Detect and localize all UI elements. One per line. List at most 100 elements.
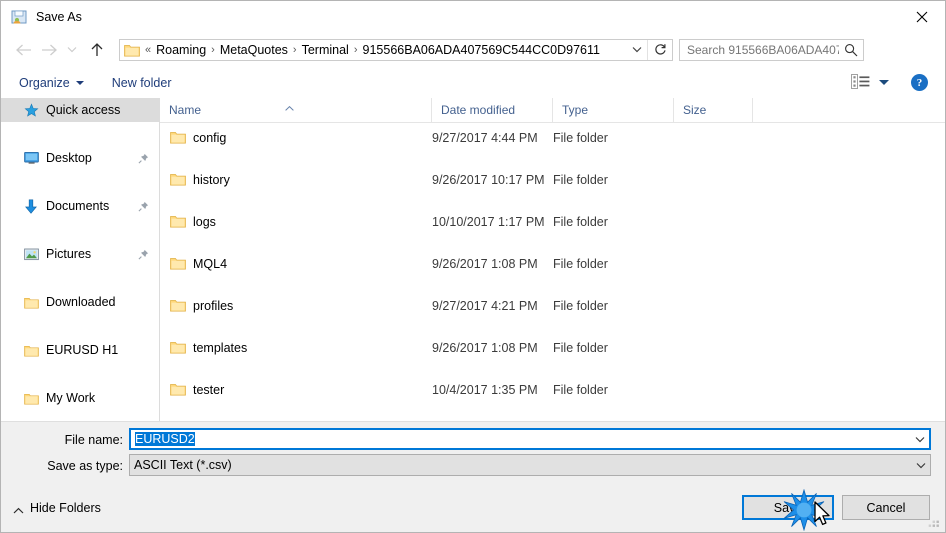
cell-type: File folder [553, 214, 608, 229]
navigation-bar: « Roaming › MetaQuotes › Terminal › 9155… [1, 32, 945, 67]
browse-pane: Quick access Desktop Documents Pictures … [1, 98, 945, 421]
cell-name: logs [193, 214, 216, 229]
navigation-sidebar: Quick access Desktop Documents Pictures … [1, 98, 160, 421]
chevron-down-icon[interactable] [627, 46, 647, 53]
new-folder-label: New folder [111, 75, 172, 90]
hide-folders-label: Hide Folders [30, 501, 101, 515]
breadcrumb-separator: › [353, 43, 358, 56]
command-toolbar: Organize New folder ? [1, 67, 945, 98]
window-title: Save As [36, 9, 82, 24]
search-box[interactable]: Search 915566BA06ADA40756... [679, 38, 864, 61]
address-bar[interactable]: « Roaming › MetaQuotes › Terminal › 9155… [119, 38, 673, 61]
cancel-button-label: Cancel [866, 500, 906, 515]
breadcrumb-overflow[interactable]: « [143, 44, 153, 56]
cell-name: tester [193, 382, 225, 397]
arrow-up-icon[interactable] [84, 37, 110, 63]
column-header-row: Name Date modified Type Size [160, 98, 945, 123]
chevron-down-icon[interactable] [912, 462, 930, 469]
sidebar-item-label: EURUSD H1 [46, 343, 119, 357]
sidebar-item-pictures[interactable]: Pictures [1, 242, 159, 266]
folder-icon [170, 130, 186, 144]
arrow-right-icon[interactable] [36, 37, 62, 63]
close-icon[interactable] [899, 1, 945, 32]
cell-date-modified: 10/4/2017 1:35 PM [432, 382, 538, 397]
table-row[interactable]: templates 9/26/2017 1:08 PM File folder [160, 337, 945, 358]
chevron-down-icon[interactable] [879, 80, 889, 85]
sidebar-item-downloaded[interactable]: Downloaded [1, 290, 159, 314]
chevron-down-icon[interactable] [911, 436, 929, 443]
sort-ascending-icon [285, 100, 294, 111]
breadcrumb-item-roaming[interactable]: Roaming [153, 43, 209, 57]
breadcrumb-item-current[interactable]: 915566BA06ADA407569C544CC0D97611 [360, 43, 603, 57]
breadcrumb-item-terminal[interactable]: Terminal [299, 43, 352, 57]
sidebar-item-label: Desktop [46, 151, 92, 165]
table-row[interactable]: history 9/26/2017 10:17 PM File folder [160, 169, 945, 190]
new-folder-button[interactable]: New folder [112, 76, 172, 90]
folder-icon [124, 43, 140, 57]
cell-date-modified: 9/27/2017 4:44 PM [432, 130, 538, 145]
sidebar-item-label: Pictures [46, 247, 92, 261]
pictures-icon [23, 246, 39, 262]
search-input[interactable]: Search 915566BA06ADA40756... [680, 43, 839, 57]
folder-icon [23, 342, 39, 358]
folder-icon [170, 382, 186, 396]
search-icon[interactable] [839, 43, 863, 57]
organize-label: Organize [19, 75, 70, 90]
sidebar-item-my-work[interactable]: My Work [1, 386, 159, 410]
resize-grip[interactable] [928, 516, 941, 529]
pin-icon[interactable] [138, 153, 149, 164]
sidebar-item-label: Downloaded [46, 295, 116, 309]
title-bar: Save As [1, 1, 945, 32]
table-row[interactable]: MQL4 9/26/2017 1:08 PM File folder [160, 253, 945, 274]
hide-folders-button[interactable]: Hide Folders [13, 501, 101, 515]
breadcrumb-item-metaquotes[interactable]: MetaQuotes [217, 43, 291, 57]
organize-button[interactable]: Organize [19, 76, 84, 90]
save-button[interactable]: Save [742, 495, 834, 520]
table-row[interactable]: logs 10/10/2017 1:17 PM File folder [160, 211, 945, 232]
cell-name: MQL4 [193, 256, 228, 271]
chevron-down-icon [75, 80, 84, 85]
chevron-down-icon[interactable] [62, 37, 82, 63]
pin-icon[interactable] [138, 201, 149, 212]
arrow-left-icon[interactable] [10, 37, 36, 63]
cell-name: config [193, 130, 227, 145]
refresh-icon[interactable] [647, 39, 672, 60]
cell-name: templates [193, 340, 248, 355]
column-header-size[interactable]: Size [673, 98, 752, 122]
view-layout-icon[interactable] [851, 73, 870, 92]
sidebar-item-eurusd-h1[interactable]: EURUSD H1 [1, 338, 159, 362]
table-row[interactable]: profiles 9/27/2017 4:21 PM File folder [160, 295, 945, 316]
column-header-type[interactable]: Type [552, 98, 673, 122]
sidebar-item-quick-access[interactable]: Quick access [1, 98, 159, 122]
pin-icon[interactable] [138, 249, 149, 260]
cell-type: File folder [553, 172, 608, 187]
file-list: Name Date modified Type Size config 9/27… [160, 98, 945, 421]
save-as-icon [11, 9, 27, 25]
help-icon[interactable]: ? [911, 74, 928, 91]
cell-name: profiles [193, 298, 234, 313]
cell-type: File folder [553, 340, 608, 355]
table-row[interactable]: config 9/27/2017 4:44 PM File folder [160, 127, 945, 148]
cancel-button[interactable]: Cancel [842, 495, 930, 520]
desktop-icon [23, 150, 39, 166]
file-name-field[interactable]: EURUSD2 [129, 428, 931, 450]
cell-date-modified: 9/26/2017 1:08 PM [432, 256, 538, 271]
save-as-type-field[interactable]: ASCII Text (*.csv) [129, 454, 931, 476]
cell-date-modified: 9/27/2017 4:21 PM [432, 298, 538, 313]
sidebar-item-documents[interactable]: Documents [1, 194, 159, 218]
column-header-spacer [752, 98, 945, 122]
save-as-dialog: Save As « Roaming › MetaQuotes › Termina… [0, 0, 946, 533]
file-name-input[interactable]: EURUSD2 [135, 432, 195, 446]
folder-icon [170, 172, 186, 186]
table-row[interactable]: tester 10/4/2017 1:35 PM File folder [160, 379, 945, 400]
breadcrumb-separator: › [211, 43, 215, 56]
sidebar-item-label: Documents [46, 199, 110, 213]
column-header-name[interactable]: Name [160, 98, 431, 122]
cell-date-modified: 9/26/2017 10:17 PM [432, 172, 545, 187]
save-as-type-label: Save as type: [47, 459, 123, 473]
save-button-label: Save [773, 500, 803, 515]
breadcrumb: « Roaming › MetaQuotes › Terminal › 9155… [140, 43, 627, 57]
file-name-value-wrap[interactable]: EURUSD2 [131, 432, 911, 446]
sidebar-item-desktop[interactable]: Desktop [1, 146, 159, 170]
column-header-date-modified[interactable]: Date modified [431, 98, 552, 122]
